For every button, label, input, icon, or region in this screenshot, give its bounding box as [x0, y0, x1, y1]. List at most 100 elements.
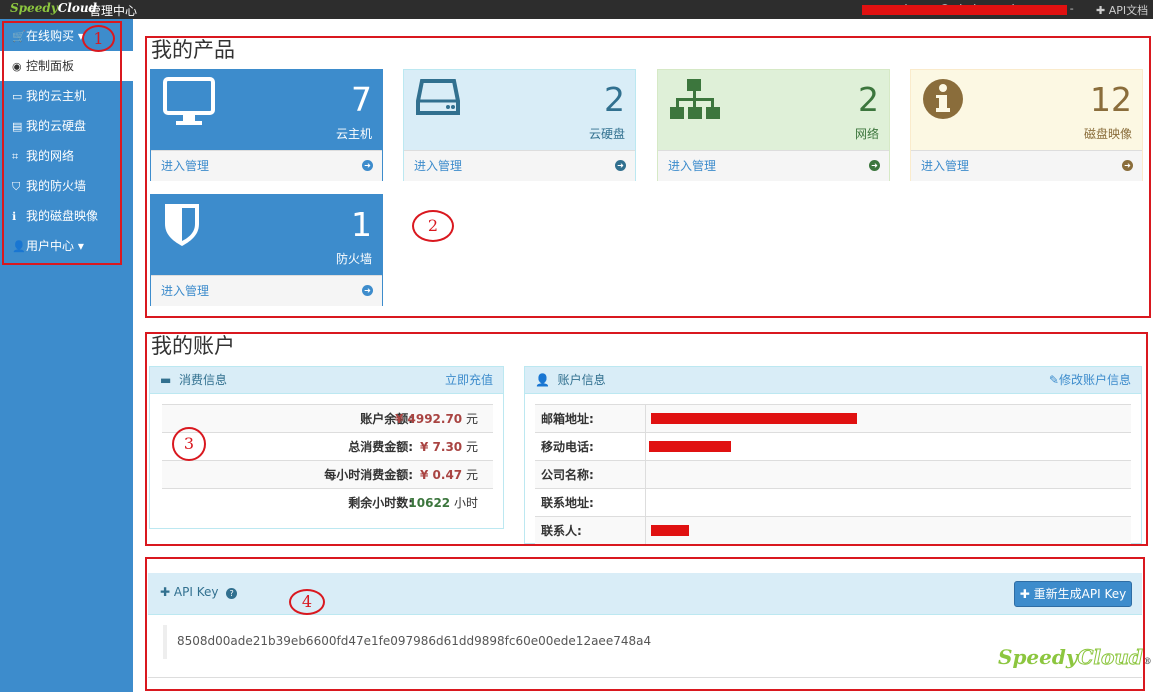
- recharge-link[interactable]: 立即充值: [445, 367, 493, 394]
- row-divider: [645, 405, 646, 433]
- api-key-label: API Key: [173, 585, 219, 599]
- product-card-disks: 2 云硬盘 进入管理 ➜: [403, 69, 636, 181]
- monitor-icon: [163, 77, 215, 125]
- manage-label: 进入管理: [414, 159, 463, 173]
- billing-header-label: 消费信息: [178, 373, 227, 387]
- info-row-label: 公司名称:: [541, 468, 594, 482]
- sidebar-item-label: 我的网络: [26, 149, 75, 163]
- manage-link[interactable]: 进入管理 ➜: [911, 150, 1142, 181]
- billing-row-value: ¥ 4992.70: [394, 412, 463, 426]
- api-panel-divider: [148, 677, 1142, 678]
- sidebar-item-images[interactable]: ℹ 我的磁盘映像: [0, 201, 133, 231]
- sidebar-item-user-center[interactable]: 👤用户中心 ▾: [0, 231, 133, 261]
- puzzle-icon: ✚: [1096, 4, 1106, 17]
- user-icon: 👤: [12, 240, 26, 253]
- api-docs-label: API文档: [1108, 4, 1149, 17]
- product-count: 7: [351, 80, 372, 119]
- manage-label: 进入管理: [668, 159, 717, 173]
- cart-icon: 🛒: [12, 30, 26, 43]
- edit-account-link[interactable]: ✎修改账户信息: [1049, 367, 1131, 394]
- product-count: 2: [604, 80, 625, 119]
- api-key-title: ✚ API Key ?: [160, 585, 238, 599]
- edit-icon: ✎: [1048, 373, 1059, 387]
- billing-row: 剩余小时数: 10622 小时: [162, 488, 493, 516]
- account-info-panel-header: 👤 账户信息 ✎修改账户信息: [525, 367, 1141, 394]
- billing-row-unit: 元: [465, 412, 478, 426]
- sidebar-item-label: 我的磁盘映像: [26, 209, 99, 223]
- product-count: 1: [351, 205, 372, 244]
- info-row-label: 邮箱地址:: [541, 412, 594, 426]
- manage-link[interactable]: 进入管理 ➜: [151, 275, 382, 306]
- billing-panel-header: ▬ 消费信息 立即充值: [150, 367, 503, 394]
- edit-account-label: 修改账户信息: [1058, 373, 1131, 387]
- hdd-icon: ▤: [12, 120, 23, 133]
- app-title: 管理中心: [89, 4, 138, 18]
- row-divider: [645, 489, 646, 517]
- sidebar-item-firewall[interactable]: ⛉ 我的防火墙: [0, 171, 133, 201]
- api-key-value[interactable]: 8508d00ade21b39eb6600fd47e1fe097986d61dd…: [163, 625, 1123, 659]
- arrow-circle-right-icon: ➜: [362, 160, 373, 171]
- sidebar-item-label: 在线购买: [26, 29, 75, 43]
- account-info-panel: 👤 账户信息 ✎修改账户信息 邮箱地址: 移动电话: 公司名称: 联系地址: 联系…: [524, 366, 1142, 545]
- contact-redaction: [651, 525, 689, 536]
- row-divider: [645, 517, 646, 545]
- sidebar-item-network[interactable]: ⌗ 我的网络: [0, 141, 133, 171]
- billing-row-unit: 元: [465, 440, 478, 454]
- billing-row-value: ¥ 7.30: [420, 440, 463, 454]
- puzzle-icon: ✚: [160, 585, 171, 599]
- puzzle-icon: ✚: [1019, 587, 1030, 601]
- product-label: 防火墙: [335, 252, 372, 266]
- speedycloud-logo[interactable]: SpeedyCloud: [10, 1, 97, 15]
- info-row-label: 联系人:: [541, 524, 582, 538]
- account-info-row: 移动电话:: [535, 432, 1131, 461]
- product-card-images: 12 磁盘映像 进入管理 ➜: [910, 69, 1143, 181]
- billing-row-value: ¥ 0.47: [420, 468, 463, 482]
- billing-row-value: 10622: [408, 496, 451, 510]
- product-count: 12: [1090, 80, 1132, 119]
- account-info-header-label: 账户信息: [557, 373, 606, 387]
- user-email-menu[interactable]: xxxxxx.huang@windowunsheng.com -: [862, 2, 1087, 15]
- user-icon: 👤: [535, 373, 550, 387]
- api-docs-link[interactable]: ✚ API文档: [1096, 2, 1148, 18]
- billing-row: 每小时消费金额: ¥ 0.47 元: [162, 460, 493, 488]
- billing-row-label: 剩余小时数:: [348, 496, 413, 510]
- manage-link[interactable]: 进入管理 ➜: [151, 150, 382, 181]
- annotation-circle-2: 2: [412, 210, 454, 242]
- regenerate-api-key-button[interactable]: ✚ 重新生成API Key: [1014, 581, 1132, 607]
- question-circle-icon[interactable]: ?: [226, 588, 238, 599]
- dashboard-icon: ◉: [12, 60, 22, 73]
- manage-link[interactable]: 进入管理 ➜: [658, 150, 889, 181]
- email-redaction: [862, 5, 1067, 15]
- product-count: 2: [858, 80, 879, 119]
- account-info-row: 邮箱地址:: [535, 404, 1131, 433]
- logo-text-a: Speedy: [10, 1, 58, 15]
- sidebar-item-label: 控制面板: [26, 59, 75, 73]
- account-info-row: 联系地址:: [535, 488, 1131, 517]
- top-navbar: SpeedyCloud 管理中心 xxxxxx.huang@windowunsh…: [0, 0, 1153, 19]
- shield-icon: ⛉: [12, 180, 21, 193]
- info-icon: ℹ: [12, 210, 17, 223]
- annotation-circle-3: 3: [172, 427, 206, 461]
- info-row-label: 联系地址:: [541, 496, 594, 510]
- watermark-text-a: Speedy: [998, 645, 1078, 669]
- sidebar-item-servers[interactable]: ▭ 我的云主机: [0, 81, 133, 111]
- manage-label: 进入管理: [921, 159, 970, 173]
- billing-row: 总消费金额: ¥ 7.30 元: [162, 432, 493, 460]
- arrow-circle-right-icon: ➜: [362, 285, 373, 296]
- shield-icon: [165, 204, 199, 246]
- sidebar-item-disks[interactable]: ▤ 我的云硬盘: [0, 111, 133, 141]
- manage-link[interactable]: 进入管理 ➜: [404, 150, 635, 181]
- monitor-icon: ▭: [12, 90, 23, 103]
- sidebar-item-label: 我的云硬盘: [26, 119, 87, 133]
- info-icon: [923, 79, 963, 119]
- speedycloud-watermark: SpeedyCloud®: [998, 645, 1152, 670]
- network-icon: ⌗: [12, 150, 19, 163]
- billing-row-unit: 小时: [453, 496, 478, 510]
- annotation-circle-4: 4: [289, 589, 325, 615]
- manage-label: 进入管理: [161, 284, 210, 298]
- sidebar-item-dashboard[interactable]: ◉ 控制面板: [0, 51, 133, 81]
- billing-row: 账户余额: ¥ 4992.70 元: [162, 404, 493, 432]
- manage-label: 进入管理: [161, 159, 210, 173]
- email-redaction: [651, 413, 857, 424]
- arrow-circle-right-icon: ➜: [1122, 160, 1133, 171]
